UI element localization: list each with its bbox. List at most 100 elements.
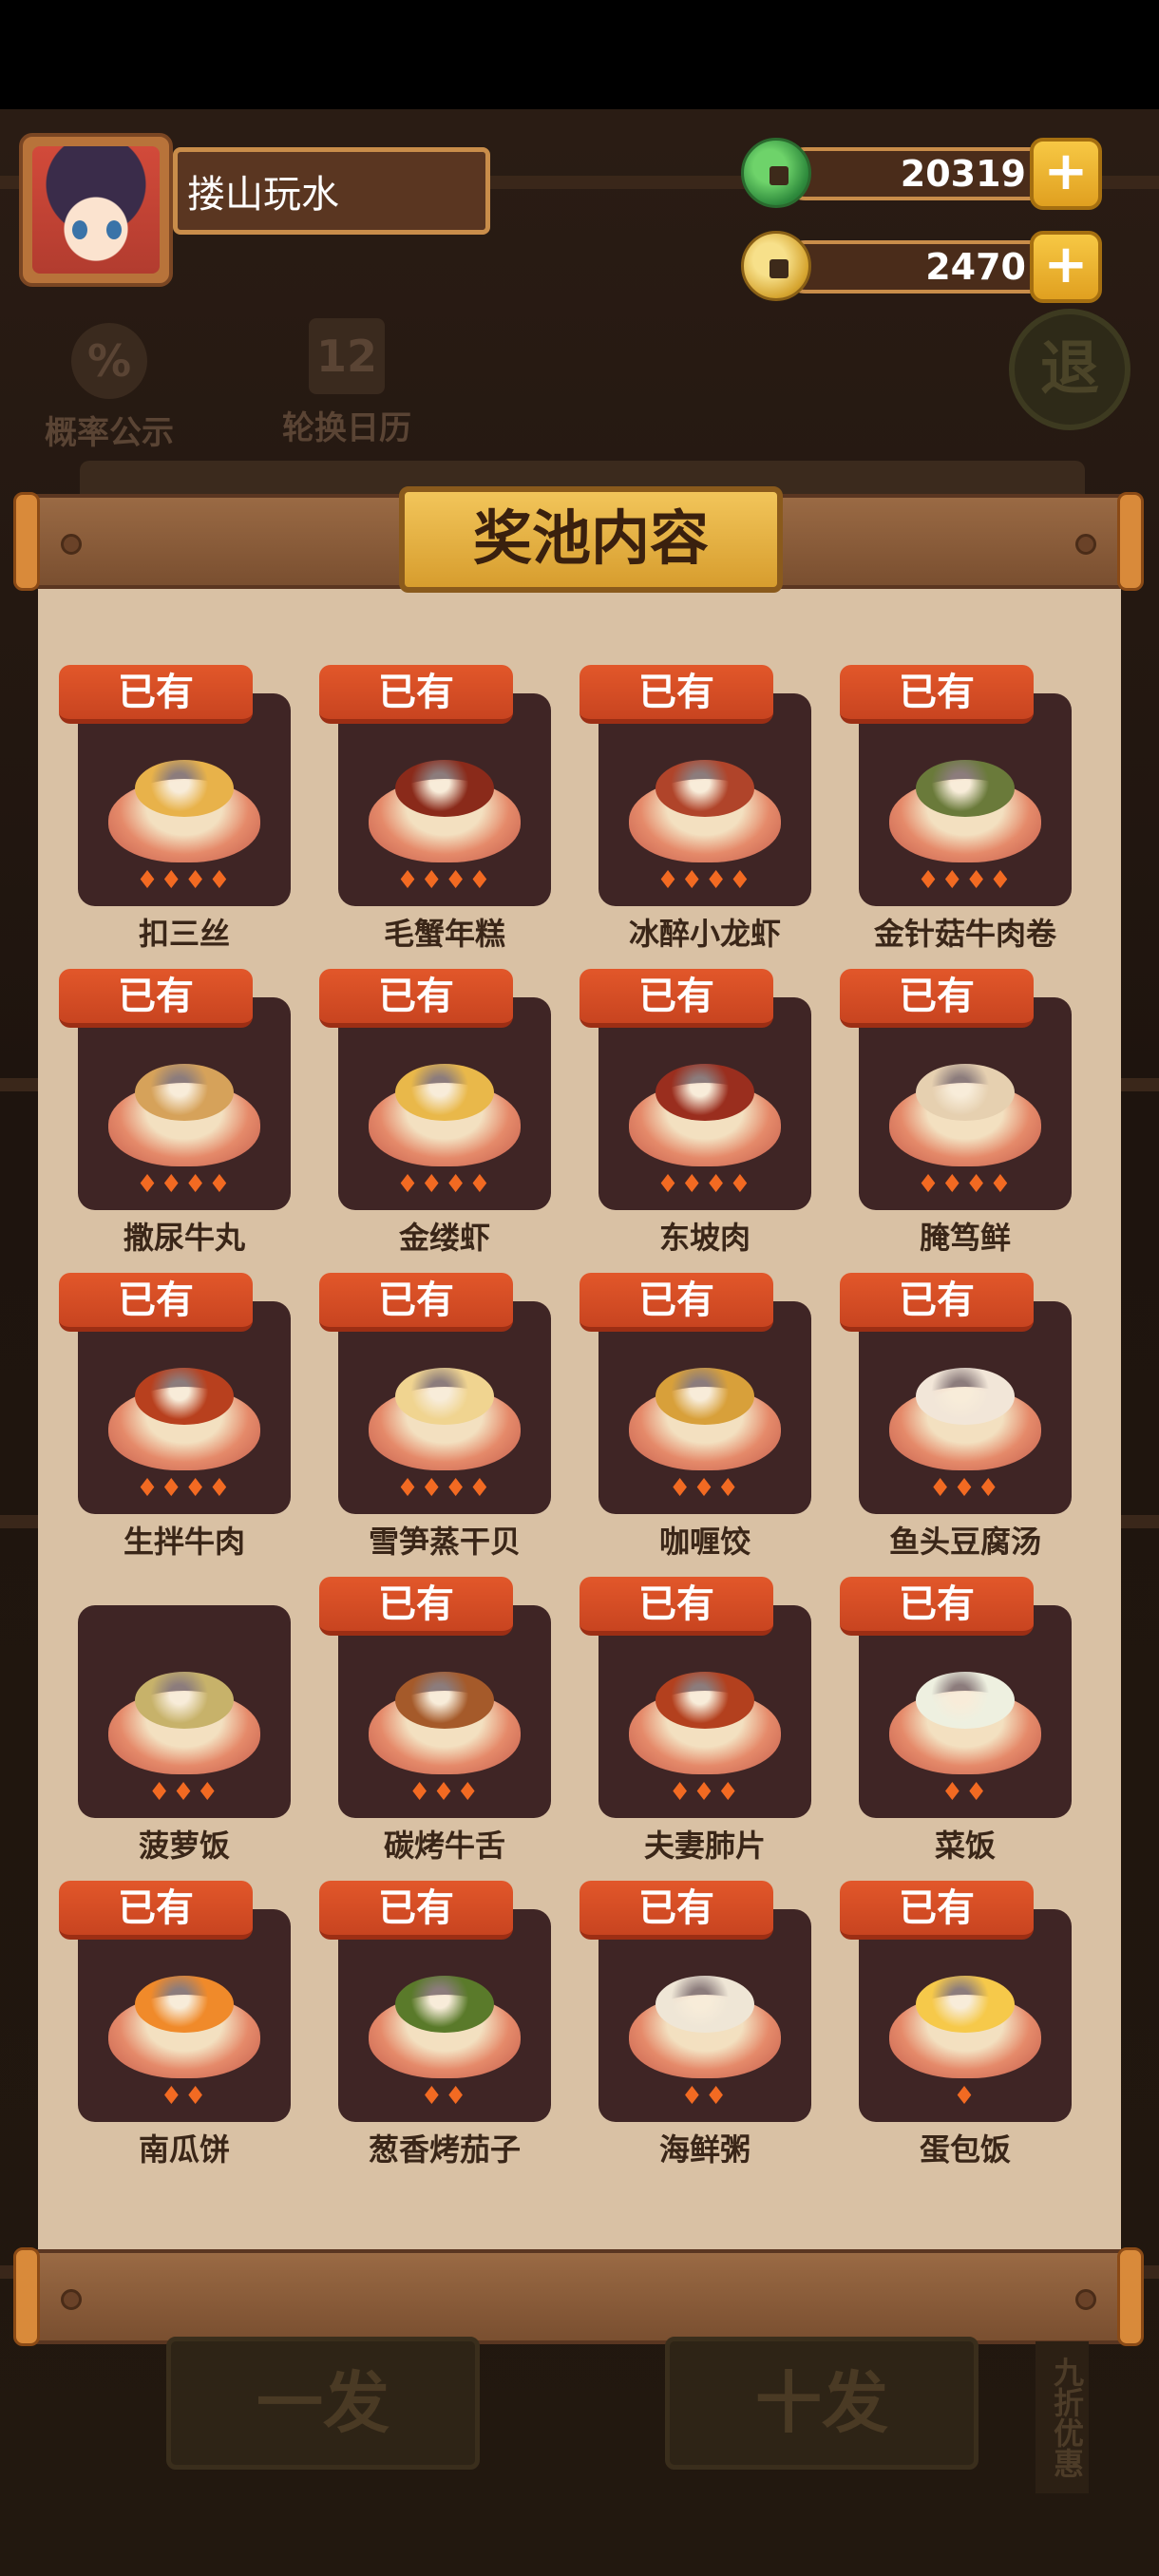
dish-food-icon [395, 1064, 494, 1121]
owned-badge: 已有 [840, 665, 1034, 724]
dish-card[interactable]: ♦♦ 已有 海鲜粥 [580, 1881, 811, 2168]
discount-tag: 九折优惠 [1036, 2341, 1089, 2493]
dish-food-icon [656, 1368, 754, 1425]
dish-food-icon [916, 1976, 1015, 2033]
player-name: 搂山玩水 [173, 147, 490, 235]
dish-name: 海鲜粥 [658, 2131, 750, 2168]
percent-icon: % [71, 323, 147, 399]
owned-badge: 已有 [580, 1577, 773, 1636]
owned-badge: 已有 [319, 1881, 513, 1940]
owned-badge: 已有 [319, 969, 513, 1028]
dish-card[interactable]: ♦♦♦ 菠萝饭 [78, 1605, 291, 1864]
dish-card[interactable]: ♦♦♦♦ 已有金针菇牛肉卷 [840, 665, 1072, 952]
dish-card[interactable]: ♦♦♦♦ 已有东坡肉 [580, 969, 811, 1256]
dish-name: 金针菇牛肉卷 [873, 916, 1056, 952]
dish-card[interactable]: ♦♦ 已有 南瓜饼 [59, 1881, 291, 2168]
calendar-icon: 12 [309, 318, 385, 394]
add-gold-button[interactable]: + [1030, 231, 1102, 303]
dish-name: 金缕虾 [398, 1220, 490, 1256]
dish-food-icon [916, 1064, 1015, 1121]
jade-coin-icon [741, 138, 811, 208]
dish-name: 生拌牛肉 [123, 1524, 245, 1560]
dish-name: 夫妻肺片 [643, 1828, 766, 1864]
calendar-button[interactable]: 12 轮换日历 [266, 318, 428, 448]
flame-rating: ♦♦♦ [408, 1778, 481, 1807]
single-draw-button[interactable]: 一发 [166, 2337, 480, 2470]
dish-name: 咖喱饺 [658, 1524, 750, 1560]
dish-food-icon [656, 1976, 754, 2033]
dish-card[interactable]: ♦♦ 已有葱香烤茄子 [319, 1881, 551, 2168]
flame-rating: ♦♦♦ [929, 1474, 1001, 1503]
dish-card[interactable]: ♦♦♦♦ 已有 雪笋蒸干贝 [319, 1273, 551, 1560]
dish-card[interactable]: ♦♦♦♦ 已有金缕虾 [319, 969, 551, 1256]
owned-badge: 已有 [580, 1273, 773, 1332]
add-jade-button[interactable]: + [1030, 138, 1102, 210]
dish-card[interactable]: ♦♦♦ 已有 鱼头豆腐汤 [840, 1273, 1072, 1560]
flame-rating: ♦♦♦♦ [136, 1474, 233, 1503]
flame-rating: ♦♦ [160, 2082, 209, 2111]
dish-food-icon [656, 760, 754, 817]
panel-bottom-rail [13, 2247, 1144, 2346]
dish-card[interactable]: ♦♦♦ 已有碳烤牛舌 [319, 1577, 551, 1864]
owned-badge: 已有 [59, 1881, 253, 1940]
flame-rating: ♦♦♦♦ [396, 1170, 493, 1199]
dish-card[interactable]: ♦♦♦♦ 已有 腌笃鲜 [840, 969, 1072, 1256]
dish-food-icon [135, 1368, 234, 1425]
owned-badge: 已有 [319, 665, 513, 724]
calendar-label: 轮换日历 [282, 409, 411, 447]
flame-rating: ♦♦ [680, 2082, 730, 2111]
owned-badge: 已有 [840, 1881, 1034, 1940]
flame-rating: ♦♦♦ [669, 1778, 741, 1807]
flame-rating: ♦♦♦♦ [917, 866, 1014, 895]
flame-rating: ♦♦♦♦ [656, 1170, 753, 1199]
flame-rating: ♦♦ [420, 2082, 469, 2111]
player-avatar[interactable] [19, 133, 173, 287]
dish-card[interactable]: ♦♦♦♦ 已有生拌牛肉 [59, 1273, 291, 1560]
dish-food-icon [135, 1976, 234, 2033]
dish-card[interactable]: ♦♦♦ 已有咖喱饺 [580, 1273, 811, 1560]
dish-name: 葱香烤茄子 [368, 2131, 521, 2168]
dish-food-icon [656, 1064, 754, 1121]
owned-badge: 已有 [319, 1577, 513, 1636]
dish-name: 东坡肉 [658, 1220, 750, 1256]
flame-rating: ♦♦♦ [148, 1778, 220, 1807]
gold-amount: 2470 [925, 246, 1026, 288]
dish-name: 碳烤牛舌 [383, 1828, 505, 1864]
dish-name: 雪笋蒸干贝 [368, 1524, 521, 1560]
probability-button[interactable]: % 概率公示 [28, 323, 190, 453]
dish-food-icon [135, 1672, 234, 1729]
jade-currency: 20319 + [741, 138, 1102, 210]
dish-card[interactable]: ♦♦♦♦ 已有 毛蟹年糕 [319, 665, 551, 952]
status-bar-area [0, 0, 1159, 109]
probability-label: 概率公示 [45, 414, 174, 452]
dish-card[interactable]: ♦♦ 已有 菜饭 [840, 1577, 1072, 1864]
flame-rating: ♦♦♦♦ [136, 866, 233, 895]
flame-rating: ♦♦♦ [669, 1474, 741, 1503]
dish-food-icon [135, 760, 234, 817]
dish-card[interactable]: ♦♦♦♦ 已有 冰醉小龙虾 [580, 665, 811, 952]
dish-food-icon [916, 760, 1015, 817]
dish-food-icon [395, 760, 494, 817]
owned-badge: 已有 [59, 1273, 253, 1332]
exit-button[interactable]: 退 [1009, 309, 1130, 430]
flame-rating: ♦ [953, 2082, 978, 2111]
dish-card[interactable]: ♦♦♦♦ 已有 扣三丝 [59, 665, 291, 952]
owned-badge: 已有 [580, 665, 773, 724]
owned-badge: 已有 [580, 969, 773, 1028]
dish-name: 毛蟹年糕 [383, 916, 505, 952]
dish-food-icon [135, 1064, 234, 1121]
dish-food-icon [656, 1672, 754, 1729]
dish-food-icon [395, 1976, 494, 2033]
dish-card[interactable]: ♦♦♦♦ 已有 撒尿牛丸 [59, 969, 291, 1256]
gold-coin-icon [741, 231, 811, 301]
flame-rating: ♦♦ [940, 1778, 990, 1807]
dish-name: 菠萝饭 [138, 1828, 230, 1864]
owned-badge: 已有 [840, 969, 1034, 1028]
owned-badge: 已有 [840, 1273, 1034, 1332]
ten-draw-button[interactable]: 十发 [665, 2337, 978, 2470]
dish-card[interactable]: ♦♦♦ 已有夫妻肺片 [580, 1577, 811, 1864]
dish-card[interactable]: ♦ 已有 蛋包饭 [840, 1881, 1072, 2168]
dish-food-icon [395, 1368, 494, 1425]
dish-name: 菜饭 [934, 1828, 996, 1864]
flame-rating: ♦♦♦♦ [136, 1170, 233, 1199]
